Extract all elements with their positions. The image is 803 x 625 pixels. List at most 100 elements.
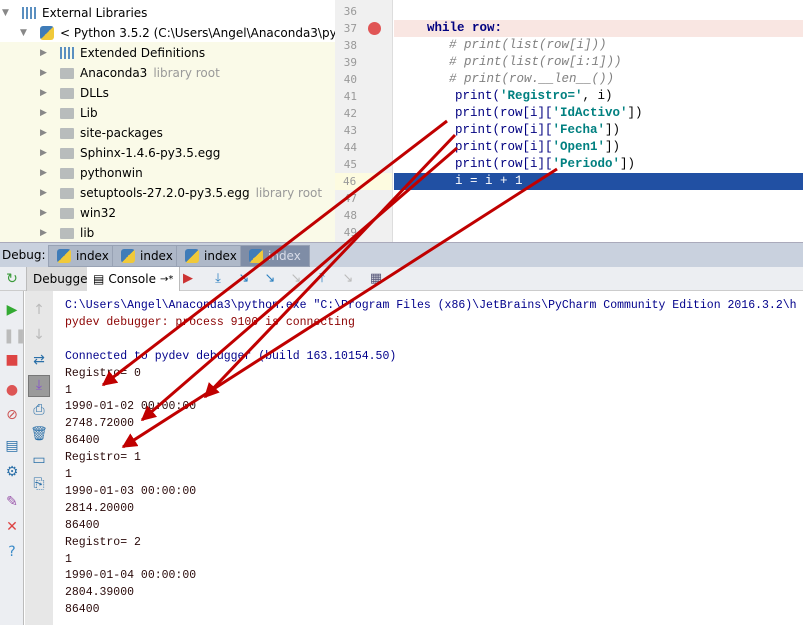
folder-icon	[60, 87, 74, 99]
pin-icon[interactable]: ✎	[3, 493, 21, 511]
evaluate-expression-icon[interactable]: ▦	[368, 271, 384, 287]
tree-item[interactable]: ▶ lib	[40, 223, 94, 243]
folder-icon	[60, 67, 74, 79]
run-to-cursor-icon[interactable]: ↘	[340, 271, 356, 287]
clear-all-icon[interactable]: 🗑	[30, 425, 48, 443]
console-line: 1	[65, 468, 72, 481]
print-icon[interactable]: ⎙	[30, 401, 48, 419]
code-editor[interactable]: while row: # print(list(row[i])) # print…	[394, 0, 803, 242]
tree-item[interactable]: ▶ Extended Definitions	[40, 43, 205, 63]
chevron-right-icon[interactable]: ▶	[40, 168, 50, 178]
code-line-39: # print(list(row[i:1]))	[449, 55, 622, 69]
console-line: 1990-01-03 00:00:00	[65, 484, 197, 498]
settings-icon[interactable]: ⚙	[3, 463, 21, 481]
console-line: 2814.20000	[65, 501, 135, 515]
debug-session-tab[interactable]: index	[176, 245, 246, 267]
show-execution-point-icon[interactable]: ▶	[180, 271, 196, 287]
debug-side-toolbar: ▶ ❚❚ ■ ● ⊘ ▤ ⚙ ✎ ✕ ?	[0, 291, 26, 625]
tree-item[interactable]: ▶ setuptools-27.2.0-py3.5.egg library root	[40, 183, 322, 203]
line-number: 40	[343, 73, 357, 86]
chevron-down-icon[interactable]: ▼	[20, 28, 30, 38]
step-over-icon[interactable]: ⤓	[210, 271, 226, 287]
chevron-right-icon[interactable]: ▶	[40, 148, 50, 158]
line-number: 43	[343, 124, 357, 137]
project-tree: ▼ External Libraries ▼ < Python 3.5.2 (C:\…	[0, 0, 375, 243]
chevron-right-icon[interactable]: ▶	[40, 88, 50, 98]
debug-toolbar: ↻ Debugger ▤ Console →* ▶ ⤓ ↘ ↘ ↘ ⤒ ↘ ▦	[0, 267, 803, 291]
folder-icon	[60, 227, 74, 239]
line-number: 44	[343, 141, 357, 154]
line-number: 37	[343, 22, 357, 35]
line-number: 49	[343, 226, 357, 239]
chevron-right-icon[interactable]: ▶	[40, 188, 50, 198]
debug-tabbar: Debug: index index index index	[0, 242, 803, 267]
code-line-37: while row:	[394, 20, 803, 37]
console-line: Registro= 1	[65, 451, 141, 465]
tree-item[interactable]: ▶ Anaconda3 library root	[40, 63, 220, 83]
debug-session-tab[interactable]: index	[112, 245, 182, 267]
python-icon	[121, 249, 135, 263]
tree-item[interactable]: ▶ Sphinx-1.4.6-py3.5.egg	[40, 143, 220, 163]
chevron-down-icon[interactable]: ▼	[2, 8, 12, 18]
console-output[interactable]: C:\Users\Angel\Anaconda3\python.exe "C:\…	[53, 291, 803, 625]
tree-item[interactable]: ▶ site-packages	[40, 123, 163, 143]
step-into-my-code-icon[interactable]: ↘	[262, 271, 278, 287]
line-number: 42	[343, 107, 357, 120]
chevron-right-icon[interactable]: ▶	[40, 128, 50, 138]
tree-item[interactable]: ▶ pythonwin	[40, 163, 143, 183]
rerun-icon[interactable]: ↻	[3, 270, 21, 288]
debug-session-tab[interactable]: index	[240, 245, 310, 267]
tree-item[interactable]: ▶ win32	[40, 203, 116, 223]
console-line: 2804.39000	[65, 586, 135, 600]
library-icon	[60, 47, 74, 59]
library-icon	[22, 7, 36, 19]
code-line-38: # print(list(row[i]))	[449, 38, 607, 52]
python-console-icon[interactable]: ▭	[30, 451, 48, 469]
folder-icon	[60, 147, 74, 159]
resume-icon[interactable]: ▶	[3, 301, 21, 319]
folder-icon	[60, 107, 74, 119]
breakpoint-icon[interactable]	[368, 22, 381, 35]
console-line: 86400	[65, 603, 100, 617]
tree-item-external-libraries[interactable]: ▼ External Libraries	[2, 3, 147, 23]
close-icon[interactable]: ✕	[3, 518, 21, 536]
step-into-icon[interactable]: ↘	[236, 271, 252, 287]
restore-layout-icon[interactable]: ▤	[3, 437, 21, 455]
pause-icon[interactable]: ❚❚	[3, 327, 26, 345]
mute-breakpoints-icon[interactable]: ⊘	[3, 406, 21, 424]
tree-item[interactable]: ▶ DLLs	[40, 83, 109, 103]
history-icon[interactable]: ⎘	[30, 475, 48, 493]
console-line: pydev debugger: process 9100 is connecti…	[65, 315, 355, 329]
scroll-to-end-icon[interactable]: ⤓	[28, 375, 50, 397]
line-number: 47	[343, 192, 357, 205]
chevron-right-icon[interactable]: ▶	[40, 108, 50, 118]
line-number: 48	[343, 209, 357, 222]
debug-session-tab[interactable]: index	[48, 245, 118, 267]
chevron-right-icon[interactable]: ▶	[40, 208, 50, 218]
down-arrow-icon[interactable]: ↓	[30, 326, 48, 344]
tree-item-python-sdk[interactable]: ▼ < Python 3.5.2 (C:\Users\Angel\Anaconda…	[20, 23, 375, 43]
python-icon	[185, 249, 199, 263]
tree-item[interactable]: ▶ Lib	[40, 103, 98, 123]
help-icon[interactable]: ?	[3, 543, 21, 561]
python-icon	[249, 249, 263, 263]
console-line: Registro= 2	[65, 535, 141, 549]
console-icon: ▤	[93, 272, 105, 286]
console-line: Connected to pydev debugger (build 163.1…	[65, 349, 397, 363]
code-line-41: print('Registro=', i)	[455, 89, 613, 103]
tab-console[interactable]: ▤ Console →*	[87, 267, 181, 291]
stop-icon[interactable]: ■	[3, 351, 21, 369]
view-breakpoints-icon[interactable]: ●	[3, 381, 21, 399]
soft-wrap-icon[interactable]: ⇄	[30, 351, 48, 369]
force-step-into-icon[interactable]: ↘	[288, 271, 304, 287]
chevron-right-icon[interactable]: ▶	[40, 48, 50, 58]
up-arrow-icon[interactable]: ↑	[30, 301, 48, 319]
folder-icon	[60, 207, 74, 219]
folder-icon	[60, 127, 74, 139]
step-out-icon[interactable]: ⤒	[314, 271, 330, 287]
debug-label: Debug:	[2, 248, 46, 262]
chevron-right-icon[interactable]: ▶	[40, 68, 50, 78]
chevron-right-icon[interactable]: ▶	[40, 228, 50, 238]
console-line: C:\Users\Angel\Anaconda3\python.exe "C:\…	[65, 299, 797, 312]
code-line-42: print(row[i]['IdActivo'])	[455, 106, 643, 120]
